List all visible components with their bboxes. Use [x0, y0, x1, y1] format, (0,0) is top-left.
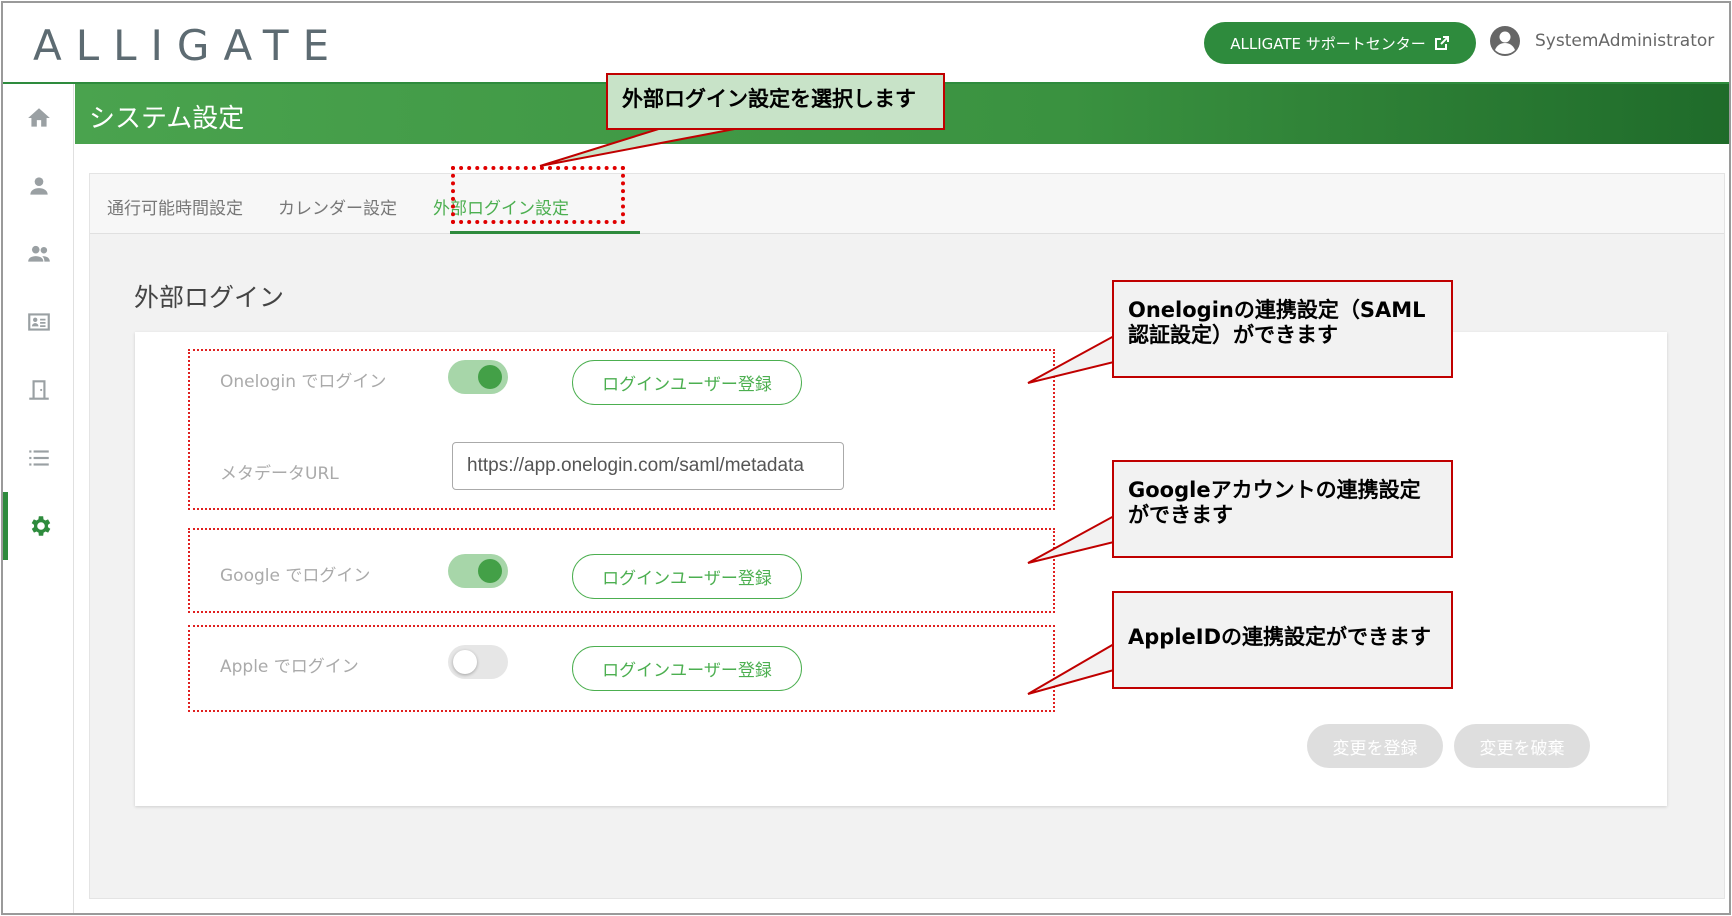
- user-menu[interactable]: SystemAdministrator: [1489, 25, 1731, 57]
- save-changes-button[interactable]: 変更を登録: [1307, 724, 1443, 768]
- apple-callout: AppleIDの連携設定ができます: [1112, 591, 1453, 689]
- onelogin-callout-line1: Oneloginの連携設定（SAML: [1128, 298, 1426, 322]
- support-center-label: ALLIGATE サポートセンター: [1230, 34, 1426, 53]
- google-callout-line2: ができます: [1128, 503, 1233, 527]
- tab-access-time[interactable]: 通行可能時間設定: [107, 194, 243, 219]
- google-highlight-box: [188, 528, 1055, 613]
- gear-icon: [31, 516, 51, 536]
- tab-callout-text: 外部ログイン設定を選択します: [622, 87, 916, 111]
- app-logo: ALLIGATE: [33, 21, 344, 70]
- sidebar: [3, 84, 74, 913]
- support-center-button[interactable]: ALLIGATE サポートセンター: [1204, 22, 1476, 64]
- tab-bar: 通行可能時間設定 カレンダー設定 外部ログイン設定: [90, 174, 1724, 234]
- google-callout-line1: Googleアカウントの連携設定: [1128, 478, 1421, 502]
- chevron-down-icon: [1728, 33, 1731, 49]
- external-link-icon: [1434, 36, 1449, 50]
- sidebar-item-groups[interactable]: [3, 220, 74, 288]
- apple-highlight-box: [188, 625, 1055, 712]
- tab-highlight-box: [451, 166, 625, 224]
- user-name: SystemAdministrator: [1535, 31, 1715, 51]
- onelogin-callout-line2: 認証設定）ができます: [1128, 323, 1338, 347]
- onelogin-callout: Oneloginの連携設定（SAML 認証設定）ができます: [1112, 280, 1453, 378]
- sidebar-item-users[interactable]: [3, 152, 74, 220]
- id-card-icon: [27, 313, 50, 331]
- sidebar-item-doors[interactable]: [3, 356, 74, 424]
- door-icon: [28, 380, 49, 400]
- group-icon: [27, 245, 50, 262]
- person-icon: [29, 177, 48, 195]
- list-icon: [28, 450, 49, 466]
- tab-callout: 外部ログイン設定を選択します: [606, 73, 945, 130]
- onelogin-highlight-box: [188, 349, 1055, 510]
- home-icon: [27, 108, 50, 127]
- avatar-icon: [1490, 26, 1520, 56]
- sidebar-item-settings[interactable]: [3, 492, 74, 560]
- google-callout: Googleアカウントの連携設定 ができます: [1112, 460, 1453, 558]
- tab-calendar[interactable]: カレンダー設定: [278, 194, 397, 219]
- active-tab-indicator: [450, 231, 640, 234]
- section-title: 外部ログイン: [134, 283, 285, 312]
- sidebar-item-cards[interactable]: [3, 288, 74, 356]
- sidebar-item-home[interactable]: [3, 84, 74, 152]
- discard-changes-button[interactable]: 変更を破棄: [1454, 724, 1590, 768]
- sidebar-item-logs[interactable]: [3, 424, 74, 492]
- page-title: システム設定: [89, 104, 245, 134]
- apple-callout-text: AppleIDの連携設定ができます: [1128, 625, 1432, 649]
